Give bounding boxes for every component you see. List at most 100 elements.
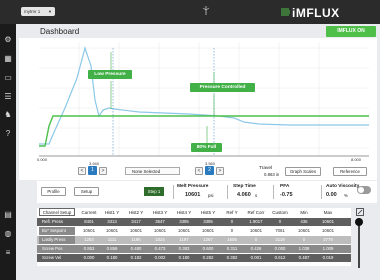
col-header: Hist4 Y [176,210,192,215]
divider [173,185,174,199]
machine-select-label: mytmr 1 [24,9,41,14]
grid-icon[interactable]: ▦ [3,54,13,64]
col-header: Hist2 Y [128,210,144,215]
table-cell: 0.282 [202,255,214,260]
list-icon[interactable]: ☰ [3,92,13,102]
table-cell: 0.859 [106,246,118,251]
pfa-value: -0.75 [280,192,293,198]
auto-viscosity-unit: % [344,193,348,198]
table-row[interactable]: Bo* Setpoint 10601 10601 10601 10601 106… [37,227,351,235]
table-cell: 1196 [131,237,141,242]
film-icon[interactable]: ▤ [3,210,13,220]
table-cell: 7061 [275,228,285,233]
table-cell: 1267 [203,237,213,242]
table-row[interactable]: Refl. Press 8401 3313 3417 3547 3395 339… [37,218,351,226]
help-icon[interactable]: ? [3,129,13,139]
table-cell: 3395 [203,219,213,224]
bell-icon[interactable]: ♞ [3,110,13,120]
table-cell: 0.002 [154,255,166,260]
step-time-unit: s [255,193,258,198]
step-time-value: 4.060 [237,192,251,198]
table-scrollbar-thumb[interactable] [355,218,363,226]
row-name: Screw Pos [42,246,63,251]
table-cell: 1.9017 [249,219,263,224]
machine-select[interactable]: mytmr 1 ▼ [21,7,55,16]
table-cell: 0.383 [178,246,190,251]
table-cell: 3547 [155,219,165,224]
pressure-curve [39,45,369,145]
cursor-b-index[interactable]: 2 [205,166,214,175]
pressure-controlled-callout: Pressure Controlled [190,83,255,92]
table-row[interactable]: Lastly Press 1283 1111 1196 1024 1197 12… [37,236,351,244]
table-cell: 10601 [106,228,118,233]
table-cell: 10601 [322,228,334,233]
table-cell: 1.009 [322,246,334,251]
step-button[interactable]: Step 1 [144,187,164,196]
table-cell: 1.038 [298,246,310,251]
page-title: Dashboard [40,27,80,36]
auto-viscosity-toggle[interactable] [357,186,371,194]
row-name: Bo* Setpoint [39,227,75,235]
table-cell: 0 [230,219,234,224]
brand-logo: iMFLUX [292,6,340,20]
col-header: Min [300,210,308,215]
top-bar: mytmr 1 ▼ iMFLUX [0,0,380,24]
monitor-icon[interactable]: ▭ [3,73,13,83]
auto-viscosity-label: Auto Viscosity [326,184,360,189]
table-cell: 0.487 [298,255,310,260]
full-callout: 80% Full [191,143,222,152]
profile-button[interactable]: Profile [41,187,66,196]
melt-pressure-unit: psi [208,193,214,198]
table-row[interactable]: Screw Vel 0.000 0.180 0.182 0.002 0.180 … [37,254,351,262]
cursor-a-index[interactable]: 1 [88,166,97,175]
series-select[interactable]: None Selected [125,167,180,175]
setup-button[interactable]: Setup [74,187,99,196]
table-cell: 10601 [322,219,334,224]
metrics-row: Profile Setup Step 1 Melt Pressure 10601… [37,181,377,203]
table-cell: 0.001 [250,255,262,260]
col-header: Hist3 Y [152,210,168,215]
table-cell: 1283 [84,237,94,242]
table-cell: 0.612 [274,255,286,260]
imflux-on-button[interactable]: IMFLUX ON [326,26,376,37]
table-cell: 1111 [107,237,117,242]
table-cell: 2779 [323,237,333,242]
col-header: Hist5 Y [200,210,216,215]
low-pressure-callout: Low Pressure [88,70,132,79]
table-cell: 10601 [202,228,214,233]
table-cell: 1024 [155,237,165,242]
cursor-a-prev-button[interactable]: < [78,167,86,175]
table-row[interactable]: Screw Pos 0.853 0.859 0.480 0.473 0.383 … [37,245,351,253]
table-cell: 0 [278,219,282,224]
expand-icon[interactable] [356,208,364,216]
table-cell: 10601 [298,228,310,233]
travel-value: 0.863 in [264,172,280,177]
globe-icon[interactable]: ◍ [3,229,13,239]
table-cell: 0.182 [130,255,142,260]
table-cell: 0.382 [226,255,238,260]
sidebar: ⚙ ▦ ▭ ☰ ♞ ? ▤ ◍ ≡ [0,24,16,280]
table-cell: 3417 [131,219,141,224]
travel-label: Travel [259,166,273,171]
col-header: Current [81,210,97,215]
row-name: Screw Vel [42,255,62,260]
cursor-a-next-button[interactable]: > [99,167,107,175]
table-cell: 0.480 [130,246,142,251]
graph-scales-button[interactable]: Graph Scales [285,167,321,176]
table-cell: 0.426 [250,246,262,251]
cursor-b-prev-button[interactable]: < [195,167,203,175]
chart-controls: 3.940 < 1 > None Selected 3.560 < 2 > Tr… [19,161,377,180]
table-cell: 10601 [250,228,262,233]
table-cell: 10601 [178,228,190,233]
gear-icon[interactable]: ⚙ [3,35,13,45]
melt-pressure-value: 10601 [185,192,201,198]
channel-setup-button[interactable]: Channel Setup [39,208,75,216]
table-cell: 0.180 [106,255,118,260]
pressure-chart[interactable]: Low Pressure Pressure Controlled 80% Ful… [19,38,377,164]
table-cell: 0.000 [274,246,286,251]
reference-button[interactable]: Reference [333,167,367,176]
col-header: Hist1 Y [104,210,120,215]
table-cell: 8401 [84,219,94,224]
cursor-b-next-button[interactable]: > [216,167,224,175]
sliders-icon[interactable]: ≡ [3,248,13,258]
